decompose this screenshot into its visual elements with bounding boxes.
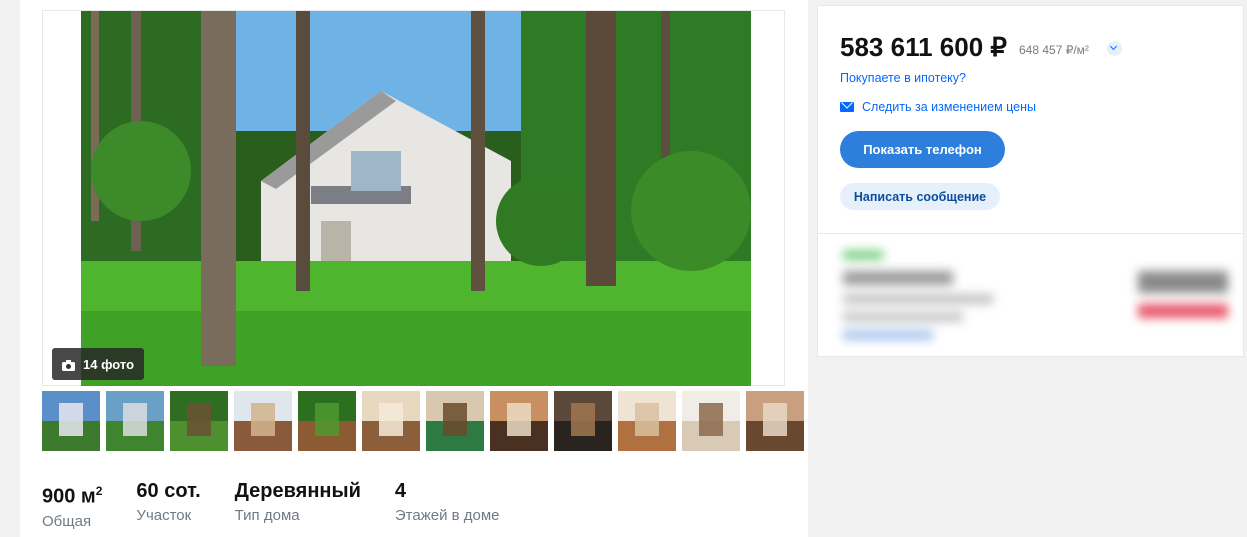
offer-card: 583 611 600 ₽ 648 457 ₽/м² Покупаете в и… [817,5,1244,357]
photo-count-label: 14 фото [83,356,135,372]
main-photo[interactable] [81,11,751,386]
fact-value: Деревянный [234,480,361,502]
thumb-subject [635,403,659,436]
thumb-subject [59,403,83,436]
photo-count-button[interactable]: 14 фото [52,348,145,380]
write-message-button[interactable]: Написать сообщение [840,183,1000,210]
thumb-6[interactable] [362,391,420,451]
fact-label: Этажей в доме [394,507,500,524]
thumb-3[interactable] [170,391,228,451]
thumb-subject [315,403,339,436]
price-per-m2: 648 457 ₽/м² [1019,43,1089,57]
fact-value: 4 [394,480,406,502]
thumb-subject [443,403,467,436]
thumb-subject [187,403,211,436]
fact-label: Тип дома [234,507,300,524]
thumb-subject [379,403,403,436]
house-photo-illustration [81,11,751,386]
thumb-subject [571,403,595,436]
camera-icon [62,359,75,371]
sidebar-background [808,360,1247,537]
show-phone-button[interactable]: Показать телефон [840,131,1005,168]
thumb-9[interactable] [554,391,612,451]
facts-row: 900 м2 Общая 60 сот. Участок Деревянный Тип д… [42,478,534,530]
thumb-4[interactable] [234,391,292,451]
follow-price-label: Следить за изменением цены [862,100,1037,114]
main-photo-frame[interactable] [42,10,785,386]
thumb-7[interactable] [426,391,484,451]
price: 583 611 600 ₽ [840,32,1007,62]
fact-value-sup: 2 [95,484,103,498]
fact-label: Участок [136,507,192,524]
divider [818,233,1243,234]
fact-1: 900 м2 Общая [42,478,102,530]
fact-3: Деревянный Тип дома [235,478,361,530]
chevron-down-icon[interactable] [1107,41,1122,56]
thumbnail-strip [42,391,804,451]
fact-value: 900 м2 [42,484,103,508]
thumb-10[interactable] [618,391,676,451]
thumb-11[interactable] [682,391,740,451]
follow-price-link[interactable]: Следить за изменением цены [840,100,1036,114]
mail-icon [840,102,854,112]
fact-2: 60 сот. Участок [136,478,200,530]
fact-4: 4 Этажей в доме [395,478,500,530]
thumb-subject [699,403,723,436]
thumb-2[interactable] [106,391,164,451]
fact-value: 60 сот. [136,480,201,502]
thumb-subject [123,403,147,436]
fact-label: Общая [42,512,92,530]
thumb-subject [763,403,787,436]
thumb-subject [251,403,275,436]
mortgage-link[interactable]: Покупаете в ипотеку? [840,71,966,85]
thumb-12[interactable] [746,391,804,451]
agent-info-blurred [838,246,1228,346]
thumb-1[interactable] [42,391,100,451]
thumb-8[interactable] [490,391,548,451]
thumb-subject [507,403,531,436]
thumb-5[interactable] [298,391,356,451]
